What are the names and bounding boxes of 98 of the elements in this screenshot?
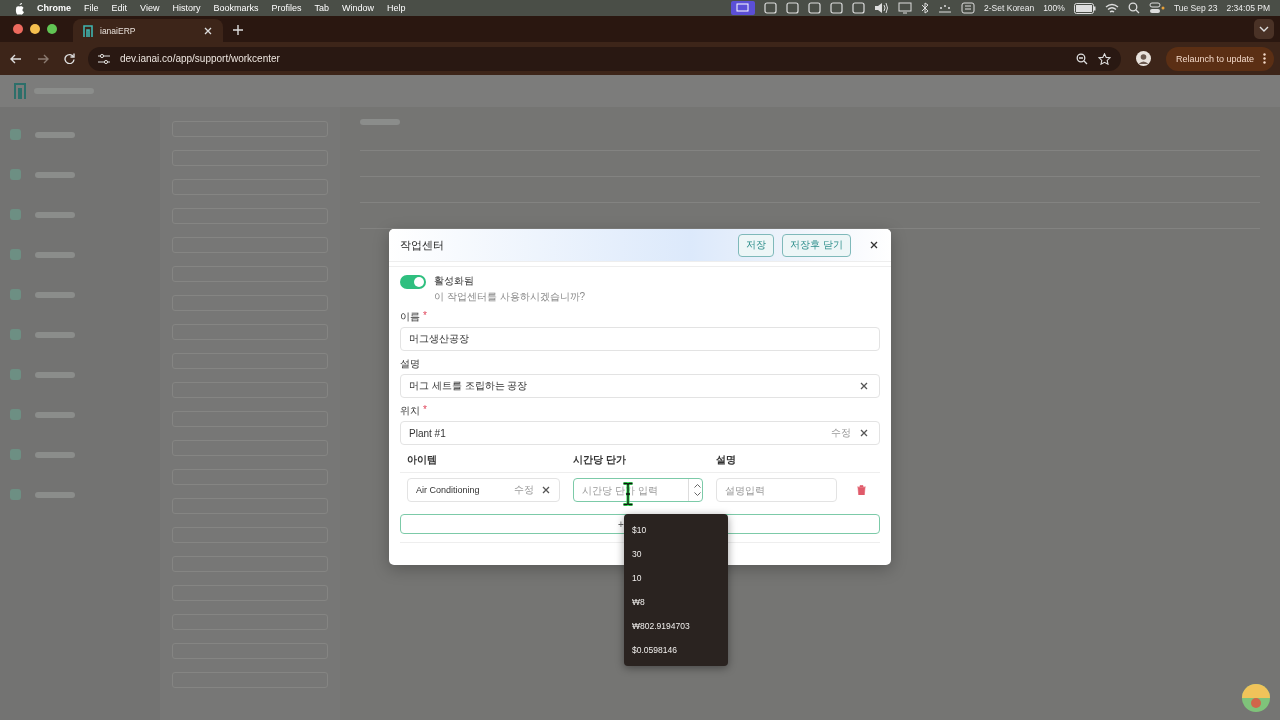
field-label: 위치 (400, 404, 420, 418)
bluetooth-icon[interactable] (921, 2, 930, 14)
volume-icon[interactable] (874, 2, 890, 14)
toggle-hint: 이 작업센터를 사용하시겠습니까? (434, 290, 586, 304)
trash-icon[interactable] (857, 485, 866, 495)
field-label: 이름 (400, 310, 420, 324)
autofill-option[interactable]: ₩8 (624, 590, 728, 614)
relaunch-button[interactable]: Relaunch to update (1165, 46, 1274, 71)
menu-item[interactable]: Tab (314, 3, 329, 13)
blurred-icon (10, 449, 21, 460)
field-label: 설명 (400, 357, 420, 371)
brightness-icon[interactable] (938, 3, 953, 13)
autofill-option[interactable]: $10 (624, 518, 728, 542)
autofill-option[interactable]: ₩802.9194703 (624, 614, 728, 638)
new-tab-icon[interactable] (233, 25, 243, 35)
close-window-icon[interactable] (13, 24, 23, 34)
app-logo-icon (83, 24, 93, 37)
save-button[interactable]: 저장후 닫기 (782, 233, 851, 257)
clear-icon[interactable] (859, 428, 869, 438)
autofill-option[interactable]: $0.0598146 (624, 638, 728, 662)
blurred-icon (10, 329, 21, 340)
autofill-option[interactable]: 10 (624, 566, 728, 590)
required-mark: * (423, 404, 427, 417)
menu-item[interactable]: File (84, 3, 99, 13)
reload-icon[interactable] (64, 53, 75, 64)
close-icon[interactable] (869, 240, 879, 250)
blurred-text (35, 451, 75, 458)
input-source[interactable]: 2-Set Korean (984, 3, 1035, 13)
profile-avatar-icon[interactable] (1135, 51, 1151, 66)
toggle-switch[interactable] (400, 275, 426, 289)
autofill-option[interactable]: 30 (624, 542, 728, 566)
control-center-icon[interactable] (1148, 2, 1165, 14)
blurred-icon (10, 289, 21, 300)
blurred-icon (10, 369, 21, 380)
blurred-text (35, 331, 75, 338)
zoom-window-icon[interactable] (47, 24, 57, 34)
blurred-icon (10, 129, 21, 140)
menu-item[interactable]: Profiles (271, 3, 302, 13)
clear-icon[interactable] (859, 381, 869, 391)
dialog-title: 작업센터 (400, 237, 444, 253)
blurred-text (35, 491, 75, 498)
input-field[interactable]: 머그 세트를 조립하는 공장 (400, 374, 880, 398)
menu-item[interactable]: Edit (111, 3, 128, 13)
blurred-text (35, 411, 75, 418)
input-field[interactable]: 머그생산공장 (400, 327, 880, 351)
screen-share-icon[interactable] (731, 1, 756, 15)
menu-date[interactable]: Tue Sep 23 (1173, 3, 1218, 13)
monitor-icon[interactable] (898, 2, 913, 14)
tab-search-icon[interactable] (1254, 19, 1274, 39)
blurred-text (35, 211, 75, 218)
column-header: 시간당 단가 (573, 453, 627, 467)
apple-icon[interactable] (14, 1, 25, 15)
minimize-window-icon[interactable] (30, 24, 40, 34)
column-header: 아이템 (407, 453, 438, 467)
blurred-text (35, 131, 75, 138)
menu-item[interactable]: Chrome (37, 3, 71, 13)
blurred-icon (10, 209, 21, 220)
blurred-text (360, 119, 400, 125)
tab-title: ianaiERP (100, 25, 137, 36)
toggle-label: 활성화됨 (434, 274, 475, 288)
note-field[interactable]: 설명입력 (716, 478, 837, 502)
blurred-text (35, 251, 75, 258)
item-field[interactable]: Air Conditioning 수정 (407, 478, 560, 502)
blurred-icon (10, 409, 21, 420)
app-logo-icon (14, 83, 26, 99)
blurred-icon (10, 489, 21, 500)
battery-percent: 100% (1043, 3, 1065, 13)
menu-time[interactable]: 2:34:05 PM (1226, 3, 1270, 13)
stepper-icon[interactable] (688, 479, 702, 501)
blurred-text (35, 171, 75, 178)
clear-icon[interactable] (541, 485, 551, 495)
menu-item[interactable]: Bookmarks (213, 3, 259, 13)
address-bar[interactable]: dev.ianai.co/app/support/workcenter (88, 46, 1121, 71)
search-icon[interactable] (1127, 2, 1140, 14)
battery-icon (1073, 2, 1096, 14)
menu-item[interactable]: View (140, 3, 160, 13)
save-button[interactable]: 저장 (738, 233, 775, 257)
url-text: dev.ianai.co/app/support/workcenter (120, 53, 280, 64)
back-icon[interactable] (10, 53, 22, 64)
blurred-icon (10, 169, 21, 180)
blurred-text (35, 291, 75, 298)
zoom-icon[interactable] (1075, 52, 1088, 65)
required-mark: * (423, 310, 427, 323)
column-header: 설명 (716, 453, 737, 467)
menu-item[interactable]: Help (387, 3, 406, 13)
menu-item[interactable]: History (172, 3, 201, 13)
input-field[interactable]: Plant #1 수정 (400, 421, 880, 445)
keyboard-icon[interactable] (961, 2, 976, 14)
blurred-icon (10, 249, 21, 260)
site-settings-icon (98, 53, 110, 64)
avatar-icon (1242, 684, 1270, 712)
blurred-text (35, 371, 75, 378)
wifi-icon[interactable] (1104, 2, 1119, 14)
more-icon (1263, 53, 1266, 64)
menu-item[interactable]: Window (341, 3, 374, 13)
bookmark-star-icon[interactable] (1097, 52, 1111, 65)
browser-tab[interactable]: ianaiERP (73, 19, 223, 42)
forward-icon[interactable] (37, 53, 49, 64)
